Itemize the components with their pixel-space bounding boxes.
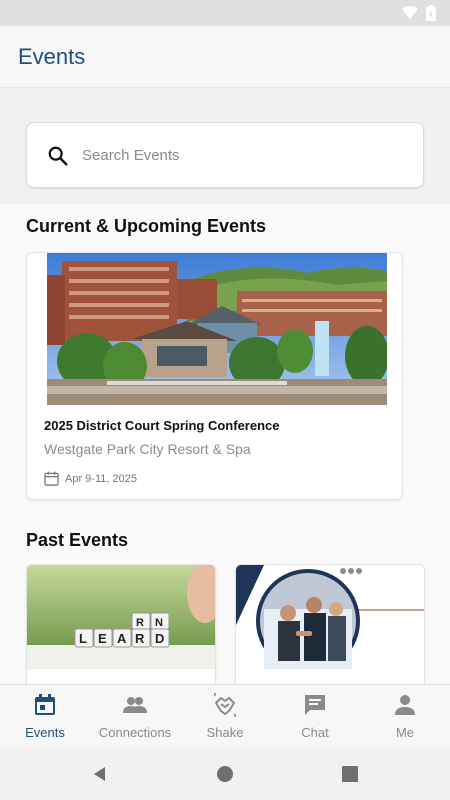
- current-event-card[interactable]: 2025 District Court Spring Conference We…: [26, 252, 403, 500]
- nav-events[interactable]: Events: [0, 685, 90, 749]
- home-icon[interactable]: [215, 764, 235, 784]
- nav-label-shake: Shake: [206, 725, 244, 740]
- event-title: 2025 District Court Spring Conference: [44, 418, 280, 433]
- battery-icon: [426, 5, 436, 21]
- search-placeholder: Search Events: [82, 147, 180, 164]
- past-events-heading: Past Events: [26, 530, 129, 550]
- chat-icon: [305, 695, 325, 715]
- system-navigation: [0, 748, 450, 800]
- svg-text:R: R: [135, 631, 145, 646]
- svg-text:L: L: [79, 631, 87, 646]
- nav-me[interactable]: Me: [360, 685, 450, 749]
- nav-label-events: Events: [25, 725, 65, 740]
- nav-label-me: Me: [395, 725, 415, 740]
- nav-label-connections: Connections: [98, 725, 172, 740]
- past-event-card[interactable]: [235, 564, 425, 684]
- recents-icon[interactable]: [340, 764, 360, 784]
- event-date: Apr 9-11, 2025: [65, 472, 137, 485]
- business-handshake-photo: [236, 565, 424, 669]
- past-event-card[interactable]: L E A R D R N: [26, 564, 216, 684]
- nav-shake[interactable]: Shake: [180, 685, 270, 749]
- svg-text:A: A: [117, 631, 127, 646]
- event-date-row: Apr 9-11, 2025: [44, 471, 137, 486]
- event-venue: Westgate Park City Resort & Spa: [44, 441, 251, 457]
- search-input[interactable]: Search Events: [26, 122, 424, 188]
- svg-text:R: R: [136, 617, 144, 629]
- person-icon: [395, 695, 415, 715]
- search-icon: [48, 146, 68, 166]
- event-image: [47, 253, 387, 405]
- svg-text:D: D: [155, 631, 164, 646]
- nav-label-chat: Chat: [301, 725, 329, 740]
- svg-text:E: E: [98, 631, 107, 646]
- people-icon: [123, 697, 147, 713]
- nav-chat[interactable]: Chat: [270, 685, 360, 749]
- bottom-navigation: Events Connections Shake Chat Me: [0, 684, 450, 748]
- wifi-icon: [402, 6, 418, 19]
- status-bar: [0, 0, 450, 26]
- back-icon[interactable]: [90, 764, 110, 784]
- svg-text:N: N: [155, 617, 163, 629]
- status-icons: [402, 5, 436, 21]
- calendar-icon: [44, 471, 59, 486]
- lead-learn-blocks-photo: L E A R D R N: [27, 565, 215, 669]
- calendar-icon: [35, 694, 55, 715]
- events-content[interactable]: Current & Upcoming Events 2025 District …: [0, 204, 450, 684]
- page-title: Events: [18, 44, 86, 69]
- current-events-heading: Current & Upcoming Events: [26, 216, 267, 236]
- handshake-icon: [213, 693, 237, 717]
- app-bar: Events: [0, 26, 450, 88]
- search-area: Search Events: [0, 88, 450, 204]
- nav-connections[interactable]: Connections: [90, 685, 180, 749]
